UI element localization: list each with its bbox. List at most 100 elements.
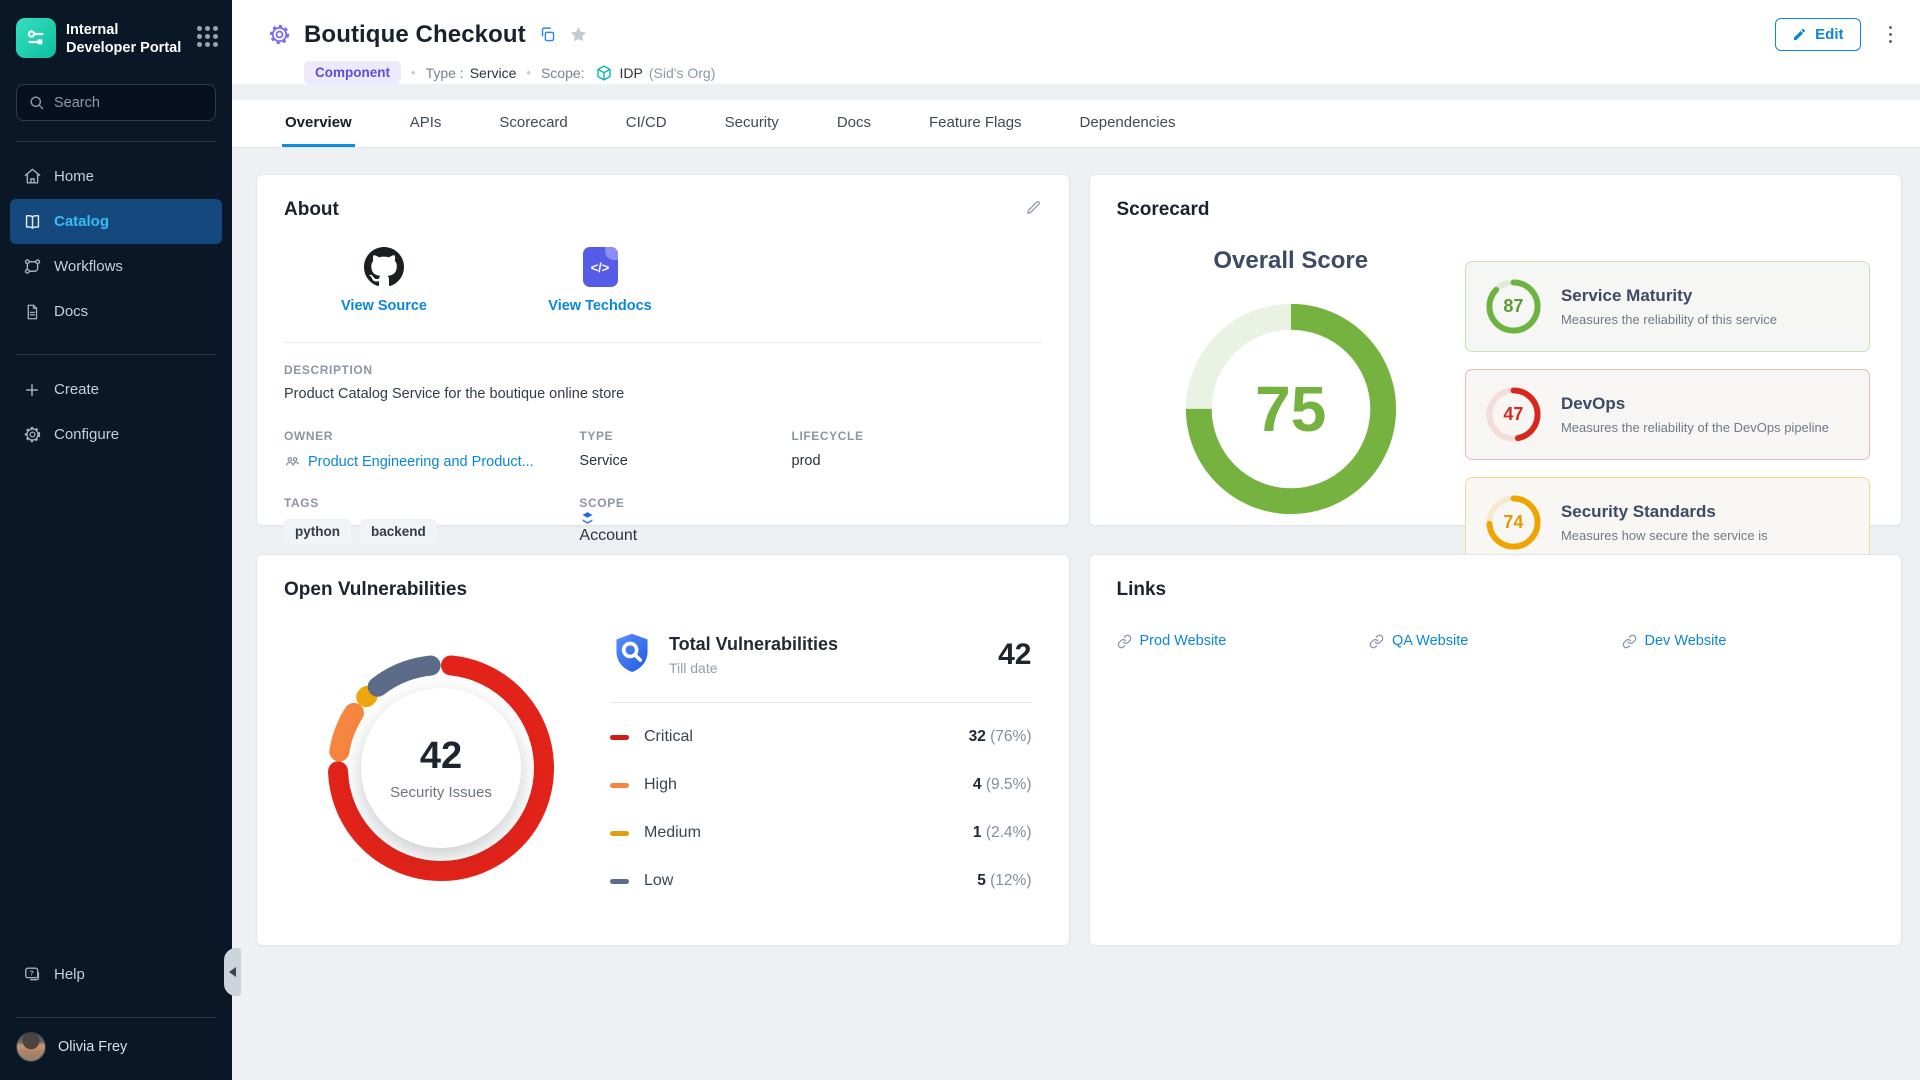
type-field: TYPE Service: [579, 429, 791, 470]
link-label: Dev Website: [1645, 633, 1727, 649]
dev-website-link[interactable]: Dev Website: [1622, 633, 1875, 649]
docs-file-icon: [22, 303, 42, 321]
sidebar-item-docs[interactable]: Docs: [10, 289, 222, 334]
overall-score-label: Overall Score: [1213, 247, 1368, 275]
link-chain-icon: [1369, 634, 1384, 649]
vulnerabilities-card: Open Vulnerabilities 42 Security I: [256, 554, 1070, 946]
tab-apis[interactable]: APIs: [407, 100, 445, 147]
legend-row-high: High 4 (9.5%): [610, 761, 1032, 809]
tab-bar: Overview APIs Scorecard CI/CD Security D…: [232, 100, 1920, 148]
tab-overview[interactable]: Overview: [282, 100, 355, 147]
owner-value-link[interactable]: Product Engineering and Product...: [308, 454, 534, 470]
tab-docs[interactable]: Docs: [834, 100, 874, 147]
scorecard-card: Scorecard Overall Score 75: [1089, 174, 1903, 526]
type-label: TYPE: [579, 429, 791, 443]
scorecard-item-devops[interactable]: 47 DevOps Measures the reliability of th…: [1465, 369, 1870, 460]
sidebar-item-label: Configure: [54, 426, 119, 443]
main-content: Boutique Checkout Edit: [232, 0, 1920, 1080]
tag-chip[interactable]: python: [284, 519, 351, 544]
score-desc: Measures how secure the service is: [1561, 528, 1768, 543]
chevron-left-icon: [229, 967, 236, 977]
dot-separator: •: [411, 65, 416, 80]
link-chain-icon: [1622, 634, 1637, 649]
lifecycle-label: LIFECYCLE: [792, 429, 1042, 443]
view-source-label: View Source: [341, 298, 427, 314]
dot-separator: •: [526, 65, 531, 80]
links-title: Links: [1117, 579, 1167, 601]
type-value: Service: [470, 65, 517, 81]
sidebar-collapse-handle[interactable]: [224, 948, 241, 996]
user-name: Olivia Frey: [58, 1039, 127, 1055]
owner-label: OWNER: [284, 429, 579, 443]
link-label: QA Website: [1392, 633, 1468, 649]
shield-search-icon: [610, 631, 654, 678]
score-name: Security Standards: [1561, 502, 1768, 522]
tab-feature-flags[interactable]: Feature Flags: [926, 100, 1025, 147]
sidebar-item-create[interactable]: Create: [10, 367, 222, 412]
tab-scorecard[interactable]: Scorecard: [496, 100, 570, 147]
about-edit-pencil-icon[interactable]: [1025, 199, 1042, 216]
medium-dash-icon: [610, 831, 629, 836]
workflows-icon: [22, 257, 42, 276]
tags-label: TAGS: [284, 496, 579, 510]
search-placeholder: Search: [54, 95, 100, 111]
lifecycle-value: prod: [792, 453, 1042, 469]
view-techdocs-link[interactable]: </> View Techdocs: [540, 247, 660, 314]
scope-org: (Sid's Org): [649, 65, 715, 81]
scope-value: IDP: [620, 65, 643, 81]
scorecard-item-service-maturity[interactable]: 87 Service Maturity Measures the reliabi…: [1465, 261, 1870, 352]
help-chat-icon: ?: [22, 965, 42, 984]
tab-dependencies[interactable]: Dependencies: [1077, 100, 1179, 147]
prod-website-link[interactable]: Prod Website: [1117, 633, 1370, 649]
scorecard-title: Scorecard: [1117, 199, 1210, 221]
edit-button[interactable]: Edit: [1775, 18, 1860, 51]
sidebar-search-input[interactable]: Search: [16, 84, 216, 121]
sidebar-item-help[interactable]: ? Help: [10, 952, 222, 997]
tag-chip[interactable]: backend: [360, 519, 437, 544]
total-vulnerabilities-row: Total Vulnerabilities Till date 42: [610, 631, 1032, 678]
security-issues-count: 42: [420, 735, 462, 778]
brand-logo-icon: [16, 18, 56, 58]
score-desc: Measures the reliability of the DevOps p…: [1561, 420, 1829, 435]
score-ring: 74: [1484, 493, 1543, 552]
sidebar-item-label: Catalog: [54, 213, 109, 230]
account-scope-icon: [579, 510, 1041, 527]
sidebar-bottom: ? Help Olivia Frey: [0, 940, 232, 1062]
score-desc: Measures the reliability of this service: [1561, 312, 1777, 327]
sidebar-item-label: Docs: [54, 303, 88, 320]
more-options-kebab-icon[interactable]: [1883, 22, 1899, 48]
owner-field: OWNER Product Engineering and Product...: [284, 429, 579, 470]
score-value: 47: [1484, 385, 1543, 444]
qa-website-link[interactable]: QA Website: [1369, 633, 1622, 649]
tags-field: TAGS python backend: [284, 496, 579, 545]
description-text: Product Catalog Service for the boutique…: [284, 386, 1042, 402]
home-icon: [22, 167, 42, 186]
overall-score-value: 75: [1177, 295, 1405, 523]
sidebar-nav: Home Catalog Workflows: [0, 142, 232, 334]
legend-row-low: Low 5 (12%): [610, 857, 1032, 905]
sidebar-item-workflows[interactable]: Workflows: [10, 244, 222, 289]
legend-row-medium: Medium 1 (2.4%): [610, 809, 1032, 857]
favorite-star-icon[interactable]: [569, 25, 588, 44]
kind-badge: Component: [304, 61, 401, 84]
view-source-link[interactable]: View Source: [324, 247, 444, 314]
type-value: Service: [579, 453, 791, 469]
tab-cicd[interactable]: CI/CD: [623, 100, 670, 147]
overall-score-ring: 75: [1177, 295, 1405, 523]
sidebar-item-home[interactable]: Home: [10, 154, 222, 199]
score-name: DevOps: [1561, 394, 1829, 414]
sidebar-item-configure[interactable]: Configure: [10, 412, 222, 457]
apps-grid-icon[interactable]: [197, 26, 218, 47]
owner-group-icon: [284, 453, 301, 470]
user-profile[interactable]: Olivia Frey: [0, 1018, 232, 1062]
sidebar-item-catalog[interactable]: Catalog: [10, 199, 222, 244]
scope-cube-icon: [595, 64, 613, 82]
total-vulnerabilities-value: 42: [998, 638, 1031, 672]
avatar: [16, 1032, 46, 1062]
score-value: 87: [1484, 277, 1543, 336]
tab-security[interactable]: Security: [722, 100, 782, 147]
sidebar-item-label: Create: [54, 381, 99, 398]
copy-icon[interactable]: [539, 26, 556, 43]
search-icon: [28, 94, 45, 111]
divider: [284, 342, 1042, 343]
